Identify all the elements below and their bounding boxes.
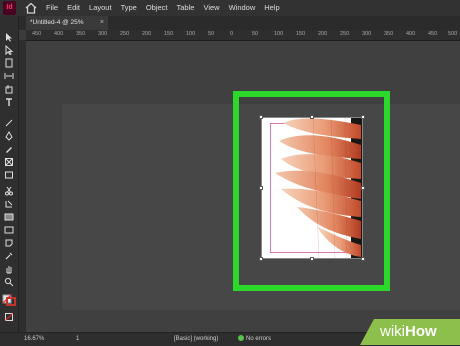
menu-type[interactable]: Type: [121, 0, 137, 16]
status-dot-icon: [238, 335, 244, 341]
rectangle-frame-tool-icon[interactable]: [4, 157, 14, 167]
ruler-tick: 400: [406, 31, 416, 37]
hand-tool-icon[interactable]: [4, 264, 14, 274]
direct-selection-tool-icon[interactable]: [4, 45, 14, 55]
ruler-tick: 350: [76, 31, 86, 37]
eyedropper-tool-icon[interactable]: [4, 251, 14, 261]
note-tool-icon[interactable]: [4, 238, 14, 248]
home-icon[interactable]: [24, 1, 38, 15]
ruler-tick: 300: [98, 31, 108, 37]
watermark-part1: wiki: [380, 323, 405, 340]
ruler-tick: 350: [384, 31, 394, 37]
highlight-box: [233, 91, 390, 291]
fill-stroke-icon[interactable]: [2, 294, 16, 306]
watermark-part2: How: [405, 323, 437, 340]
ruler-tick: 50: [252, 31, 259, 37]
gap-tool-icon[interactable]: [4, 71, 14, 81]
ruler-tick: 200: [142, 31, 152, 37]
menu-edit[interactable]: Edit: [67, 0, 80, 16]
ruler-tick: 0: [230, 31, 234, 37]
watermark-logo: wikiHow: [380, 322, 437, 342]
ruler-tick: 150: [164, 31, 174, 37]
menu-layout[interactable]: Layout: [89, 0, 112, 16]
formatting-icon[interactable]: [4, 312, 14, 322]
preflight-profile[interactable]: [Basic] (working): [174, 333, 218, 346]
menu-object[interactable]: Object: [146, 0, 168, 16]
ruler-tick: 500: [448, 31, 458, 37]
close-icon[interactable]: ×: [100, 16, 104, 30]
pen-tool-icon[interactable]: [4, 131, 14, 141]
ruler-tick: 100: [274, 31, 284, 37]
document-tab[interactable]: *Untitled-4 @ 25% ×: [26, 16, 108, 30]
menu-view[interactable]: View: [203, 0, 219, 16]
gradient-tool-icon[interactable]: [4, 212, 14, 222]
ruler-tick: 150: [296, 31, 306, 37]
type-tool-icon[interactable]: [4, 97, 14, 107]
ruler-tick: 400: [54, 31, 64, 37]
line-tool-icon[interactable]: [4, 118, 14, 128]
ruler-tick: 250: [340, 31, 350, 37]
menu-file[interactable]: File: [46, 0, 58, 16]
ruler-tick: 300: [362, 31, 372, 37]
ruler-tick: 250: [120, 31, 130, 37]
tools-panel: [0, 16, 19, 332]
zoom-level[interactable]: 16.67%: [24, 333, 44, 346]
zoom-tool-icon[interactable]: [4, 277, 14, 287]
gradient-feather-tool-icon[interactable]: [4, 225, 14, 235]
preflight-status: No errors: [238, 333, 271, 346]
app-logo: Id: [3, 1, 16, 15]
vertical-ruler: [18, 40, 26, 332]
ruler-tick: 450: [428, 31, 438, 37]
pencil-tool-icon[interactable]: [4, 144, 14, 154]
rectangle-tool-icon[interactable]: [4, 170, 14, 180]
free-transform-tool-icon[interactable]: [4, 199, 14, 209]
horizontal-ruler: 450 400 350 300 250 200 150 100 50 0 50 …: [26, 30, 460, 41]
content-collector-icon[interactable]: [4, 84, 14, 94]
ruler-tick: 50: [208, 31, 215, 37]
document-tab-label: *Untitled-4 @ 25%: [30, 19, 84, 26]
menu-help[interactable]: Help: [264, 0, 279, 16]
scissors-tool-icon[interactable]: [4, 186, 14, 196]
page-number[interactable]: 1: [76, 333, 79, 346]
ruler-tick: 100: [186, 31, 196, 37]
ruler-tick: 450: [32, 31, 42, 37]
selection-tool-icon[interactable]: [4, 32, 14, 42]
menu-window[interactable]: Window: [229, 0, 256, 16]
page-tool-icon[interactable]: [4, 58, 14, 68]
menu-bar: Id File Edit Layout Type Object Table Vi…: [0, 0, 460, 16]
menu-items: File Edit Layout Type Object Table View …: [46, 0, 289, 16]
ruler-tick: 200: [318, 31, 328, 37]
preflight-status-label: No errors: [246, 336, 272, 342]
menu-table[interactable]: Table: [177, 0, 195, 16]
